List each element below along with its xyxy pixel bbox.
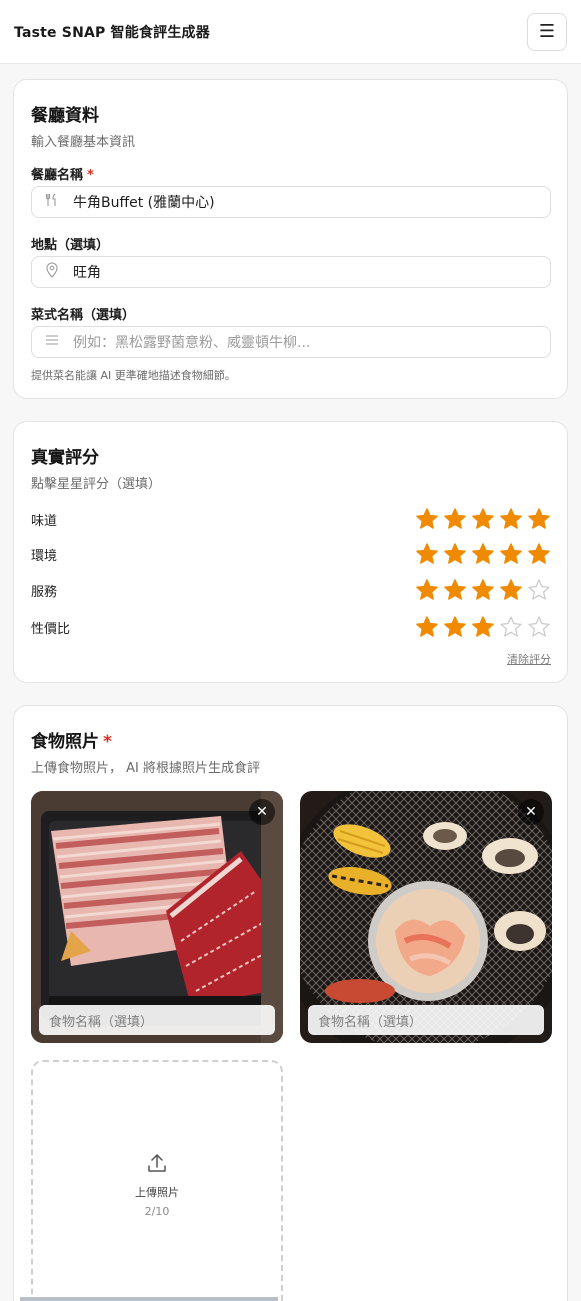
rating-card-subtitle: 點擊星星評分（選填） xyxy=(31,477,162,492)
restaurant-card: 餐廳資料 輸入餐廳基本資訊 餐廳名稱 * 牛角Buffet (雅蘭中心) 地點（選… xyxy=(13,79,568,399)
star-empty-icon[interactable] xyxy=(527,578,551,602)
rating-label: 性價比 xyxy=(31,621,71,637)
star-filled-icon[interactable] xyxy=(415,542,439,566)
star-empty-icon[interactable] xyxy=(499,615,523,639)
upload-count: 2/10 xyxy=(144,1205,170,1218)
top-bar: Taste SNAP 智能食評生成器 ☰ xyxy=(0,0,581,64)
utensils-icon xyxy=(44,193,60,211)
star-filled-icon[interactable] xyxy=(471,542,495,566)
rating-label: 服務 xyxy=(31,584,58,600)
location-pin-icon xyxy=(44,262,60,282)
star-group xyxy=(415,615,551,639)
location-field[interactable]: 旺角 xyxy=(31,256,551,288)
restaurant-card-title: 餐廳資料 xyxy=(31,106,99,126)
star-group xyxy=(415,507,551,531)
required-mark: * xyxy=(103,732,112,752)
star-filled-icon[interactable] xyxy=(527,542,551,566)
upload-icon xyxy=(146,1152,168,1178)
star-group xyxy=(415,542,551,566)
rating-row-environment: 環境 xyxy=(31,540,551,568)
photos-card: 食物照片 * 上傳食物照片， AI 將根據照片生成食評 ✕ 食物名稱（選填） ✕… xyxy=(13,705,568,1301)
location-label: 地點（選填） xyxy=(31,238,110,253)
list-icon xyxy=(44,334,60,350)
food-photo-meat[interactable]: ✕ 食物名稱（選填） xyxy=(31,791,283,1043)
star-filled-icon[interactable] xyxy=(471,507,495,531)
rating-label: 環境 xyxy=(31,548,58,564)
food-photo-grill[interactable]: ✕ 食物名稱（選填） xyxy=(300,791,552,1043)
rating-card-title: 真實評分 xyxy=(31,448,99,468)
app-title: Taste SNAP 智能食評生成器 xyxy=(14,24,210,41)
remove-photo-button[interactable]: ✕ xyxy=(249,799,275,825)
dish-field[interactable]: 例如：黑松露野菌意粉、威靈頓牛柳... xyxy=(31,326,551,358)
star-filled-icon[interactable] xyxy=(443,542,467,566)
star-filled-icon[interactable] xyxy=(499,578,523,602)
scroll-indicator xyxy=(20,1297,278,1301)
location-value: 旺角 xyxy=(73,265,101,281)
restaurant-name-field[interactable]: 牛角Buffet (雅蘭中心) xyxy=(31,186,551,218)
upload-photo-button[interactable]: 上傳照片 2/10 xyxy=(31,1060,283,1301)
upload-label: 上傳照片 xyxy=(135,1186,179,1199)
star-filled-icon[interactable] xyxy=(415,507,439,531)
menu-button[interactable]: ☰ xyxy=(527,12,567,51)
dish-hint: 提供菜名能讓 AI 更準確地描述食物細節。 xyxy=(31,369,236,382)
star-empty-icon[interactable] xyxy=(527,615,551,639)
rating-row-taste: 味道 xyxy=(31,505,551,533)
star-group xyxy=(415,578,551,602)
dish-placeholder: 例如：黑松露野菌意粉、威靈頓牛柳... xyxy=(73,335,311,351)
photo-name-input[interactable]: 食物名稱（選填） xyxy=(308,1005,544,1035)
rating-row-service: 服務 xyxy=(31,576,551,604)
restaurant-name-value: 牛角Buffet (雅蘭中心) xyxy=(73,195,215,211)
star-filled-icon[interactable] xyxy=(527,507,551,531)
star-filled-icon[interactable] xyxy=(415,578,439,602)
close-icon: ✕ xyxy=(256,804,268,820)
star-filled-icon[interactable] xyxy=(443,507,467,531)
restaurant-card-subtitle: 輸入餐廳基本資訊 xyxy=(31,135,136,150)
dish-label: 菜式名稱（選填） xyxy=(31,308,136,323)
rating-row-value: 性價比 xyxy=(31,613,551,641)
star-filled-icon[interactable] xyxy=(471,578,495,602)
remove-photo-button[interactable]: ✕ xyxy=(518,799,544,825)
star-filled-icon[interactable] xyxy=(499,507,523,531)
photos-card-title: 食物照片 * xyxy=(31,732,112,752)
star-filled-icon[interactable] xyxy=(471,615,495,639)
photos-card-subtitle: 上傳食物照片， AI 將根據照片生成食評 xyxy=(31,761,260,776)
rating-label: 味道 xyxy=(31,513,58,529)
star-filled-icon[interactable] xyxy=(499,542,523,566)
hamburger-icon: ☰ xyxy=(538,21,556,42)
restaurant-name-label: 餐廳名稱 * xyxy=(31,168,94,183)
rating-card: 真實評分 點擊星星評分（選填） 味道 環境 服務 性價比 清除評分 xyxy=(13,421,568,683)
star-filled-icon[interactable] xyxy=(443,578,467,602)
close-icon: ✕ xyxy=(525,804,537,820)
clear-rating-link[interactable]: 清除評分 xyxy=(507,651,551,667)
star-filled-icon[interactable] xyxy=(443,615,467,639)
star-filled-icon[interactable] xyxy=(415,615,439,639)
photo-name-input[interactable]: 食物名稱（選填） xyxy=(39,1005,275,1035)
required-mark: * xyxy=(87,168,94,183)
